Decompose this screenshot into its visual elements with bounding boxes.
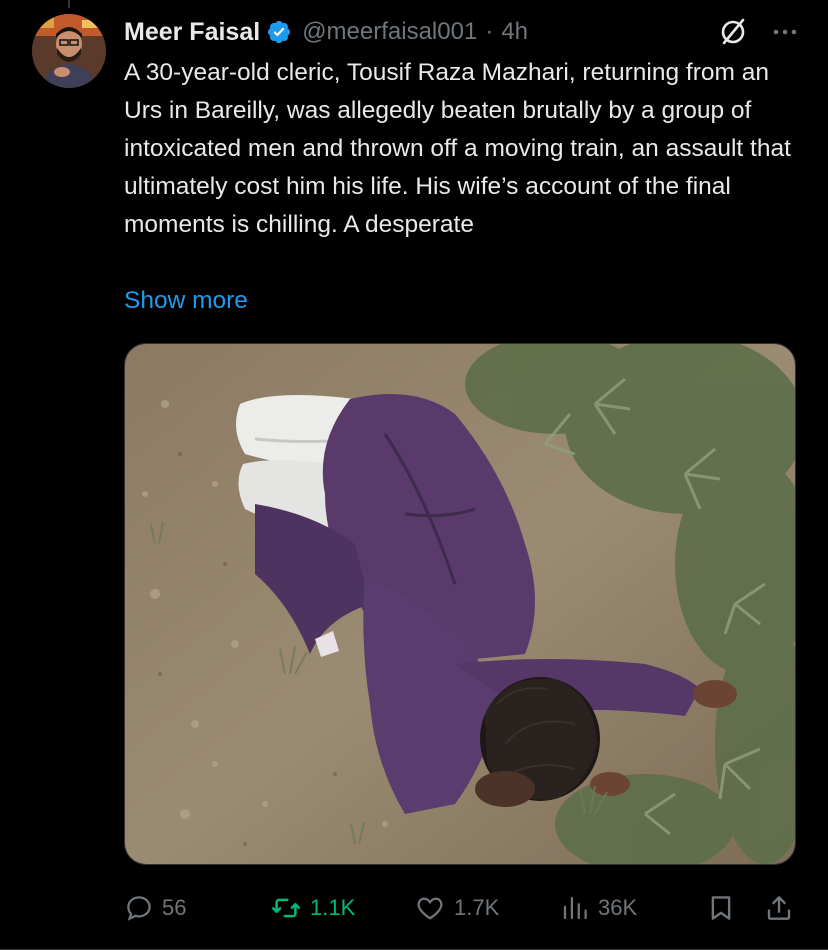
heart-icon [417,897,443,920]
like-button[interactable]: 1.7K [414,886,499,930]
bookmark-button[interactable] [706,886,736,930]
share-icon [767,896,791,920]
tweet-header: Meer Faisal @meerfaisal001 · 4h [124,14,800,50]
verified-badge-icon [268,20,291,44]
avatar-photo-icon [32,14,106,88]
author-handle[interactable]: @meerfaisal001 [302,18,477,46]
bookmark-icon [711,896,731,920]
tweet-action-bar: 56 1.1K 1.7K 36K [124,886,800,930]
reply-icon [127,896,151,921]
tweet-time[interactable]: 4h [501,18,528,46]
more-options-icon[interactable] [770,17,800,47]
repost-count: 1.1K [310,895,356,920]
avatar[interactable] [32,14,106,88]
views-button[interactable]: 36K [560,886,637,930]
show-more-link[interactable]: Show more [124,283,248,319]
author-name[interactable]: Meer Faisal [124,18,260,47]
like-count: 1.7K [454,895,500,920]
grok-icon[interactable] [718,17,748,47]
repost-icon [272,898,300,918]
reply-button[interactable]: 56 [124,886,186,930]
views-chart-icon [563,896,587,920]
views-count: 36K [598,895,638,920]
time-separator: · [485,18,494,45]
repost-button[interactable]: 1.1K [270,886,355,930]
tweet-text: A 30-year-old cleric, Tousif Raza Mazhar… [124,59,791,238]
thread-connector-line [68,0,70,8]
share-button[interactable] [764,886,794,930]
photo-image [125,344,795,864]
reply-count: 56 [162,895,187,920]
tweet-media-photo[interactable] [124,343,796,865]
